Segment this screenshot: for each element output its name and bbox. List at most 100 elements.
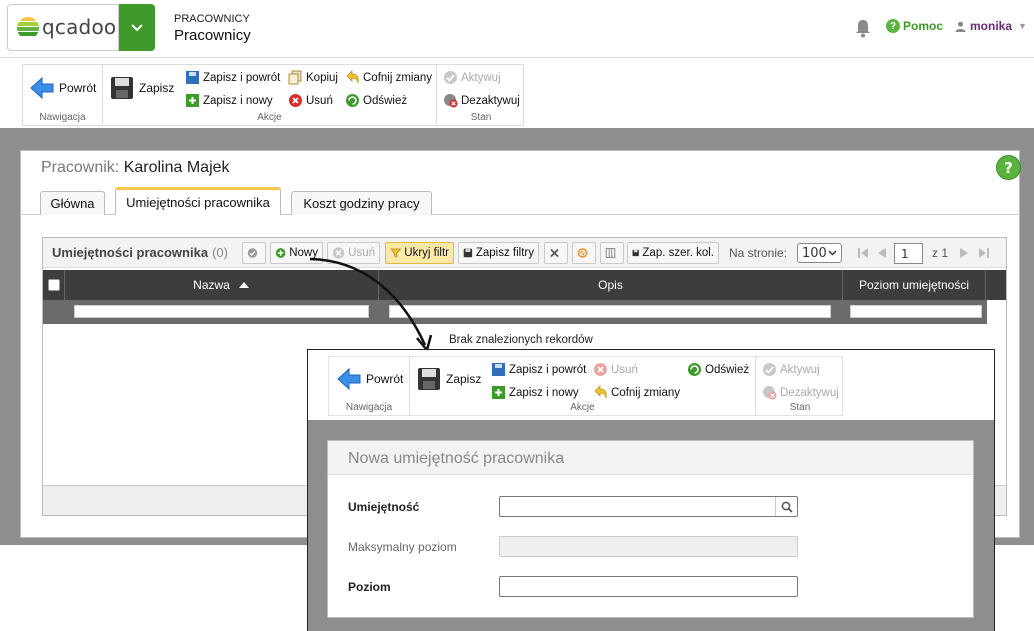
delete-icon xyxy=(594,363,607,376)
deactivate-icon xyxy=(444,94,458,108)
back-button[interactable]: Powrót xyxy=(29,75,96,101)
form-title: Nowa umiejętność pracownika xyxy=(348,450,565,467)
skill-lookup-input[interactable] xyxy=(499,496,798,517)
logo-text: qcadoo xyxy=(42,15,117,39)
activate-icon xyxy=(247,248,258,258)
main-ribbon: Powrót Nawigacja Zapisz Zapisz i powrót … xyxy=(22,64,524,126)
popup-back-button[interactable]: Powrót xyxy=(336,366,403,392)
floppy-icon xyxy=(632,249,639,257)
popup-refresh-button[interactable]: Odśwież xyxy=(687,362,749,377)
grid-cancel-button[interactable] xyxy=(572,242,596,264)
chevron-down-icon: ▼ xyxy=(1018,21,1027,31)
cancel-icon xyxy=(577,248,588,258)
help-label: Pomoc xyxy=(903,19,944,33)
popup-deactivate-button[interactable]: Dezaktywuj xyxy=(762,385,839,400)
app-header xyxy=(0,0,1034,58)
column-header-description[interactable]: Opis xyxy=(379,270,843,300)
help-link[interactable]: ? Pomoc xyxy=(886,19,943,33)
undo-button[interactable]: Cofnij zmiany xyxy=(345,70,432,85)
tab-hourly-cost[interactable]: Koszt godziny pracy xyxy=(291,191,432,215)
ribbon-group-actions: Zapisz Zapisz i powrót Zapisz i nowy Usu… xyxy=(410,357,756,415)
copy-button[interactable]: Kopiuj xyxy=(288,70,338,85)
activate-icon xyxy=(763,363,776,376)
popup-delete-button[interactable]: Usuń xyxy=(593,362,638,377)
undo-icon xyxy=(594,385,607,399)
popup-ribbon: Powrót Nawigacja Zapisz Zapisz i powrót … xyxy=(328,356,843,416)
prev-page-icon[interactable] xyxy=(876,247,888,259)
first-page-icon[interactable] xyxy=(857,247,869,259)
delete-button[interactable]: Usuń xyxy=(288,93,333,108)
ribbon-group-state: Aktywuj Dezaktywuj Stan xyxy=(437,65,525,125)
deactivate-button[interactable]: Dezaktywuj xyxy=(443,93,520,108)
save-new-icon xyxy=(186,94,199,107)
page-count: z 1 xyxy=(932,246,949,260)
help-icon[interactable]: ? xyxy=(996,155,1021,180)
save-back-icon xyxy=(492,363,505,376)
filter-description-input[interactable] xyxy=(389,305,831,318)
lookup-button[interactable] xyxy=(775,497,797,516)
arrow-left-icon xyxy=(30,76,54,100)
last-page-icon[interactable] xyxy=(978,247,990,259)
popup-save-new-button[interactable]: Zapisz i nowy xyxy=(491,385,579,400)
empty-grid-message: Brak znalezionych rekordów xyxy=(449,334,593,346)
add-icon xyxy=(275,248,286,258)
copy-icon xyxy=(288,70,302,85)
filter-skill-level-input[interactable] xyxy=(850,305,982,318)
activate-icon xyxy=(444,71,457,84)
column-header-skill-level[interactable]: Poziom umiejętności xyxy=(843,270,986,300)
deactivate-icon xyxy=(763,386,777,400)
menu-toggle-button[interactable] xyxy=(119,4,155,51)
save-button[interactable]: Zapisz xyxy=(109,75,174,101)
refresh-icon xyxy=(688,363,701,376)
chevron-down-icon xyxy=(828,250,837,256)
activate-button[interactable]: Aktywuj xyxy=(443,70,501,85)
close-icon xyxy=(550,248,559,258)
employee-name: Karolina Majek xyxy=(123,159,230,176)
user-icon xyxy=(955,21,966,32)
ribbon-group-label: Stan xyxy=(470,112,492,123)
grid-title: Umiejętności pracownika (0) xyxy=(52,245,228,260)
max-level-field xyxy=(499,536,798,557)
sort-ascending-icon xyxy=(238,282,249,288)
bell-icon[interactable] xyxy=(854,18,872,38)
ribbon-group-actions: Zapisz Zapisz i powrót Zapisz i nowy Kop… xyxy=(103,65,437,125)
ribbon-group-label: Stan xyxy=(789,402,811,413)
grid-activate-button[interactable] xyxy=(242,242,266,264)
grid-save-columns-button[interactable]: Zap. szer. kol. xyxy=(627,242,719,264)
ribbon-group-label: Nawigacja xyxy=(39,112,86,123)
page-number-input[interactable]: 1 xyxy=(894,243,923,264)
level-input[interactable] xyxy=(499,576,798,597)
popup-activate-button[interactable]: Aktywuj xyxy=(762,362,820,377)
panel-title: Pracownik: Karolina Majek xyxy=(41,159,230,176)
ribbon-group-label: Akcje xyxy=(570,402,595,413)
tab-skills[interactable]: Umiejętności pracownika xyxy=(115,187,281,215)
logo[interactable]: qcadoo xyxy=(7,4,119,51)
help-icon: ? xyxy=(886,19,900,33)
user-menu[interactable]: monika ▼ xyxy=(955,19,1027,33)
chevron-down-icon xyxy=(131,23,143,31)
popup-save-button[interactable]: Zapisz xyxy=(416,366,481,392)
filter-row-spacer xyxy=(987,300,1006,324)
undo-icon xyxy=(346,70,359,84)
save-new-icon xyxy=(492,386,505,399)
arrow-left-icon xyxy=(337,367,361,391)
save-new-button[interactable]: Zapisz i nowy xyxy=(185,93,273,108)
save-back-button[interactable]: Zapisz i powrót xyxy=(185,70,280,85)
refresh-icon xyxy=(346,94,359,107)
grid-columns-button[interactable] xyxy=(600,242,624,264)
popup-undo-button[interactable]: Cofnij zmiany xyxy=(593,385,680,400)
search-icon xyxy=(781,501,793,513)
per-page-select[interactable]: 100 xyxy=(797,243,842,263)
select-all-checkbox[interactable] xyxy=(48,279,60,291)
level-label: Poziom xyxy=(348,580,391,594)
columns-icon xyxy=(605,248,616,258)
grid-clear-filter-button[interactable] xyxy=(544,242,568,264)
refresh-button[interactable]: Odśwież xyxy=(345,93,407,108)
popup-save-back-button[interactable]: Zapisz i powrót xyxy=(491,362,586,377)
ribbon-group-label: Akcje xyxy=(257,112,282,123)
tab-main[interactable]: Główna xyxy=(40,191,105,215)
floppy-icon xyxy=(463,248,473,258)
ribbon-group-navigation: Powrót Nawigacja xyxy=(329,357,410,415)
grid-save-filters-button[interactable]: Zapisz filtry xyxy=(458,242,539,264)
next-page-icon[interactable] xyxy=(958,247,970,259)
